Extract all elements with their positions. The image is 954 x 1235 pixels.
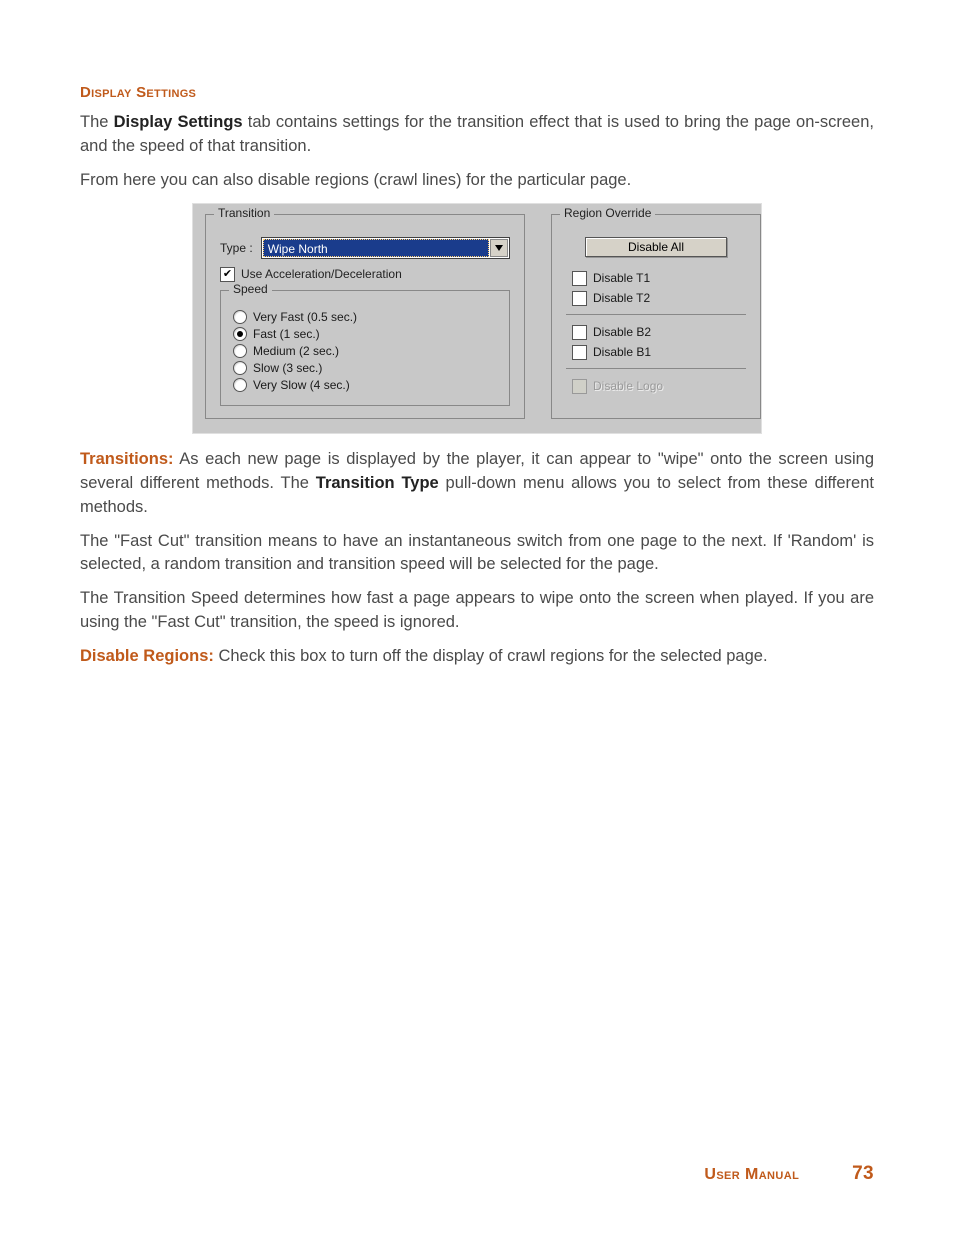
radio-icon[interactable] xyxy=(233,378,247,392)
speed-group-title: Speed xyxy=(229,282,272,296)
radio-icon[interactable] xyxy=(233,310,247,324)
disable-all-button[interactable]: Disable All xyxy=(585,237,727,257)
intro-paragraph-2: From here you can also disable regions (… xyxy=(80,169,874,193)
transition-type-dropdown[interactable]: Wipe North xyxy=(261,237,510,259)
region-override-title: Region Override xyxy=(560,206,655,220)
disable-logo-checkbox xyxy=(572,379,587,394)
page-footer: User Manual 73 xyxy=(704,1163,874,1185)
bold-colored-text: Disable Regions: xyxy=(80,647,214,665)
speed-paragraph: The Transition Speed determines how fast… xyxy=(80,587,874,635)
radio-icon[interactable] xyxy=(233,344,247,358)
page-number: 73 xyxy=(852,1163,874,1185)
region-separator xyxy=(566,368,746,369)
speed-option-very-slow[interactable]: Very Slow (4 sec.) xyxy=(233,378,497,392)
acceleration-row[interactable]: Use Acceleration/Deceleration xyxy=(220,267,510,282)
speed-option-very-fast[interactable]: Very Fast (0.5 sec.) xyxy=(233,310,497,324)
region-override-group: Region Override Disable All Disable T1 D… xyxy=(551,214,761,419)
transitions-paragraph: Transitions: As each new page is display… xyxy=(80,448,874,520)
speed-label: Slow (3 sec.) xyxy=(253,361,322,375)
type-label: Type : xyxy=(220,241,253,255)
speed-label: Very Slow (4 sec.) xyxy=(253,378,350,392)
disable-b1-label: Disable B1 xyxy=(593,345,651,359)
disable-b1-row[interactable]: Disable B1 xyxy=(572,345,746,360)
radio-icon[interactable] xyxy=(233,361,247,375)
disable-t1-checkbox[interactable] xyxy=(572,271,587,286)
disable-t2-row[interactable]: Disable T2 xyxy=(572,291,746,306)
chevron-down-icon[interactable] xyxy=(490,239,508,257)
intro-paragraph-1: The Display Settings tab contains settin… xyxy=(80,111,874,159)
disable-logo-label: Disable Logo xyxy=(593,379,663,393)
display-settings-dialog: Transition Type : Wipe North Use Acceler… xyxy=(192,203,762,434)
disable-regions-paragraph: Disable Regions: Check this box to turn … xyxy=(80,645,874,669)
disable-b2-row[interactable]: Disable B2 xyxy=(572,325,746,340)
disable-t1-row[interactable]: Disable T1 xyxy=(572,271,746,286)
acceleration-checkbox[interactable] xyxy=(220,267,235,282)
bold-text: Display Settings xyxy=(114,113,243,131)
disable-t2-label: Disable T2 xyxy=(593,291,650,305)
bold-text: Transition Type xyxy=(316,474,439,492)
speed-label: Medium (2 sec.) xyxy=(253,344,339,358)
transition-group-title: Transition xyxy=(214,206,274,220)
speed-option-fast[interactable]: Fast (1 sec.) xyxy=(233,327,497,341)
transition-group: Transition Type : Wipe North Use Acceler… xyxy=(205,214,525,419)
radio-icon[interactable] xyxy=(233,327,247,341)
disable-logo-row: Disable Logo xyxy=(572,379,746,394)
disable-b2-label: Disable B2 xyxy=(593,325,651,339)
speed-group: Speed Very Fast (0.5 sec.) Fast (1 sec.)… xyxy=(220,290,510,406)
transition-type-row: Type : Wipe North xyxy=(220,237,510,259)
disable-t2-checkbox[interactable] xyxy=(572,291,587,306)
region-separator xyxy=(566,314,746,315)
acceleration-label: Use Acceleration/Deceleration xyxy=(241,267,402,281)
footer-label: User Manual xyxy=(704,1166,799,1183)
fastcut-paragraph: The "Fast Cut" transition means to have … xyxy=(80,530,874,578)
disable-b2-checkbox[interactable] xyxy=(572,325,587,340)
speed-label: Fast (1 sec.) xyxy=(253,327,320,341)
disable-t1-label: Disable T1 xyxy=(593,271,650,285)
transition-type-value: Wipe North xyxy=(263,239,489,257)
speed-option-medium[interactable]: Medium (2 sec.) xyxy=(233,344,497,358)
text: The xyxy=(80,113,114,131)
disable-b1-checkbox[interactable] xyxy=(572,345,587,360)
speed-label: Very Fast (0.5 sec.) xyxy=(253,310,357,324)
section-heading: Display Settings xyxy=(80,84,874,101)
bold-colored-text: Transitions: xyxy=(80,450,174,468)
text: Check this box to turn off the display o… xyxy=(214,647,768,665)
speed-option-slow[interactable]: Slow (3 sec.) xyxy=(233,361,497,375)
